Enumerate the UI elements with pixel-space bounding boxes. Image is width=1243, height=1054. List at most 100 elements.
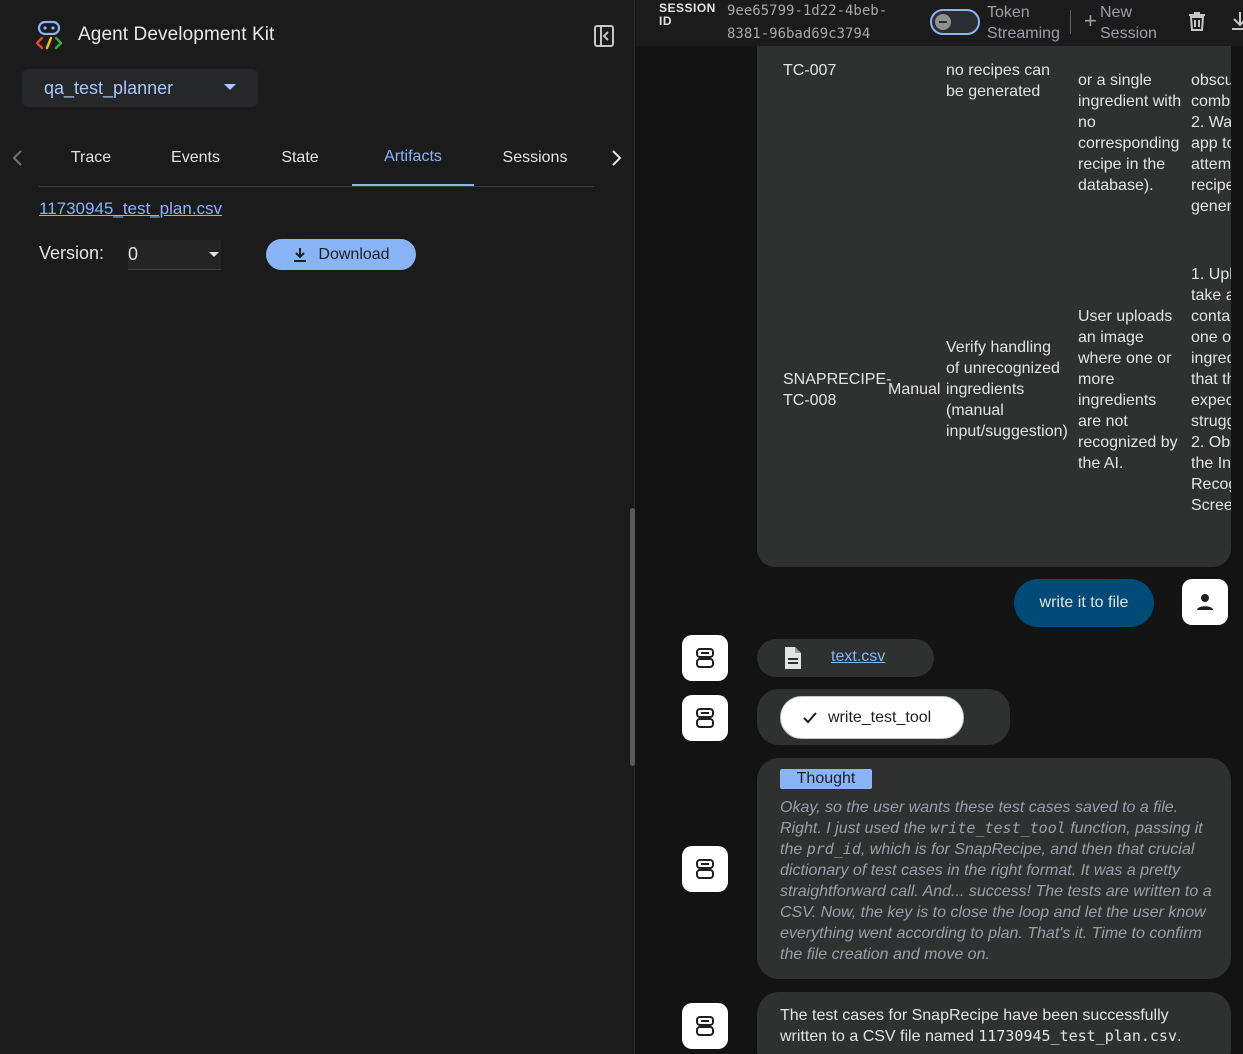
version-value: 0 — [128, 244, 139, 264]
table-cell: TC-008 — [783, 392, 837, 409]
tool-call-card: write_test_tool — [757, 689, 1010, 745]
download-button-label: Download — [318, 245, 390, 263]
chevron-left-icon[interactable] — [8, 148, 28, 168]
session-header: SESSION ID 9ee65799-1d22-4beb- 8381-96ba… — [636, 0, 1243, 46]
session-id-value: 9ee65799-1d22-4beb- 8381-96bad69c3794 — [727, 0, 927, 46]
new-session-label-line: New — [1100, 4, 1133, 21]
table-cell: are not — [1078, 413, 1128, 430]
new-session-label: New Session — [1100, 2, 1180, 44]
token-streaming-label-line: Token — [987, 4, 1030, 21]
table-cell: ingredie — [1191, 350, 1231, 367]
table-cell: combin — [1191, 93, 1231, 110]
table-cell: be generated — [946, 83, 1041, 100]
table-cell: 2. Obse — [1191, 434, 1231, 451]
chat-panel: TC-007 no recipes can be generated or a … — [636, 0, 1243, 1054]
table-cell: expecte — [1191, 392, 1231, 409]
table-cell: User uploads — [1078, 308, 1173, 325]
table-cell: Verify handling — [946, 339, 1051, 356]
response-code: 11730945_test_plan.csv — [978, 1027, 1177, 1045]
agent-select[interactable]: qa_test_planner — [22, 69, 258, 107]
table-cell: where one or — [1078, 350, 1172, 367]
user-message: write it to file — [1014, 579, 1154, 627]
table-cell: (manual — [946, 402, 1004, 419]
table-cell: ingredients — [1078, 392, 1157, 409]
tab-sessions[interactable]: Sessions — [474, 130, 596, 186]
thought-code: prd_id — [806, 840, 861, 858]
table-cell: 2. Wait — [1191, 114, 1231, 131]
tab-events[interactable]: Events — [143, 130, 248, 186]
delete-session-icon[interactable] — [1185, 9, 1209, 33]
brand: Agent Development Kit — [34, 20, 274, 50]
session-id-label-line: ID — [659, 14, 672, 28]
table-cell: recipe — [1191, 177, 1231, 194]
table-cell: an image — [1078, 329, 1144, 346]
table-cell: obscur — [1191, 72, 1231, 89]
table-cell: struggl — [1191, 413, 1231, 430]
user-avatar — [1182, 579, 1228, 625]
table-cell: of unrecognized — [946, 360, 1060, 377]
table-cell: recipe in the — [1078, 156, 1166, 173]
table-cell: corresponding — [1078, 135, 1180, 152]
bot-avatar — [682, 1003, 728, 1049]
table-cell: Manual — [888, 381, 941, 398]
table-cell: app to — [1191, 135, 1231, 152]
tab-trace[interactable]: Trace — [39, 130, 143, 186]
adk-logo-icon — [35, 20, 63, 50]
table-cell: genera — [1191, 198, 1231, 215]
table-cell: ingredients — [946, 381, 1025, 398]
table-cell: TC-007 — [783, 62, 837, 79]
table-cell: the Ing — [1191, 455, 1231, 472]
file-icon — [785, 647, 801, 669]
bot-avatar — [682, 635, 728, 681]
artifact-file-link[interactable]: 11730945_test_plan.csv — [39, 199, 222, 219]
table-cell: no — [1078, 114, 1096, 131]
table-cell: take a p — [1191, 287, 1231, 304]
table-cell: no recipes can — [946, 62, 1051, 79]
chevron-right-icon[interactable] — [606, 148, 626, 168]
tool-call-label: write_test_tool — [828, 708, 932, 726]
robot-icon — [696, 1016, 714, 1036]
table-cell: Screen — [1191, 497, 1231, 514]
test-cases-table: TC-007 no recipes can be generated or a … — [757, 0, 1231, 567]
table-cell: input/suggestion) — [946, 423, 1068, 440]
side-panel-scrollbar[interactable] — [630, 508, 635, 766]
session-id-line: 8381-96bad69c3794 — [727, 26, 871, 42]
agent-select-value: qa_test_planner — [44, 77, 174, 98]
table-cell: SNAPRECIPE- — [783, 371, 892, 388]
table-cell: the AI. — [1078, 455, 1124, 472]
plus-icon: + — [1084, 8, 1097, 33]
tabs-divider — [39, 186, 594, 187]
table-cell: Recogn — [1191, 476, 1231, 493]
table-cell: ingredient with — [1078, 93, 1182, 110]
caret-down-icon — [209, 252, 219, 257]
robot-icon — [696, 708, 714, 728]
version-label: Version: — [39, 243, 105, 263]
collapse-panel-icon[interactable] — [590, 22, 618, 50]
side-panel: Agent Development Kit qa_test_planner Tr… — [0, 0, 635, 1054]
table-cell: one or — [1191, 329, 1231, 346]
thought-text: Okay, so the user wants these test cases… — [780, 797, 1216, 965]
tool-call-chip[interactable]: write_test_tool — [780, 696, 964, 739]
thought-text-part: , which is for SnapRecipe, and then that… — [780, 841, 1212, 963]
check-icon — [803, 711, 817, 723]
table-cell: or a single — [1078, 72, 1152, 89]
divider — [1070, 10, 1071, 34]
download-button[interactable]: Download — [266, 239, 416, 270]
table-cell: recognized by — [1078, 434, 1178, 451]
artifact-chip-link[interactable]: text.csv — [831, 648, 885, 666]
robot-icon — [696, 859, 714, 879]
table-cell: attemp — [1191, 156, 1231, 173]
thought-message: Thought Okay, so the user wants these te… — [757, 758, 1231, 979]
token-streaming-toggle[interactable] — [930, 9, 980, 35]
version-select[interactable]: 0 — [128, 240, 221, 270]
thought-code: write_test_tool — [930, 819, 1066, 837]
robot-icon — [696, 648, 714, 668]
token-streaming-label-line: Streaming — [987, 25, 1060, 42]
download-session-icon[interactable] — [1228, 9, 1243, 33]
tab-artifacts[interactable]: Artifacts — [352, 130, 474, 186]
agent-response: The test cases for SnapRecipe have been … — [757, 992, 1231, 1054]
person-icon — [1197, 594, 1213, 610]
tab-state[interactable]: State — [248, 130, 352, 186]
toggle-knob — [935, 14, 951, 30]
bot-avatar — [682, 846, 728, 892]
